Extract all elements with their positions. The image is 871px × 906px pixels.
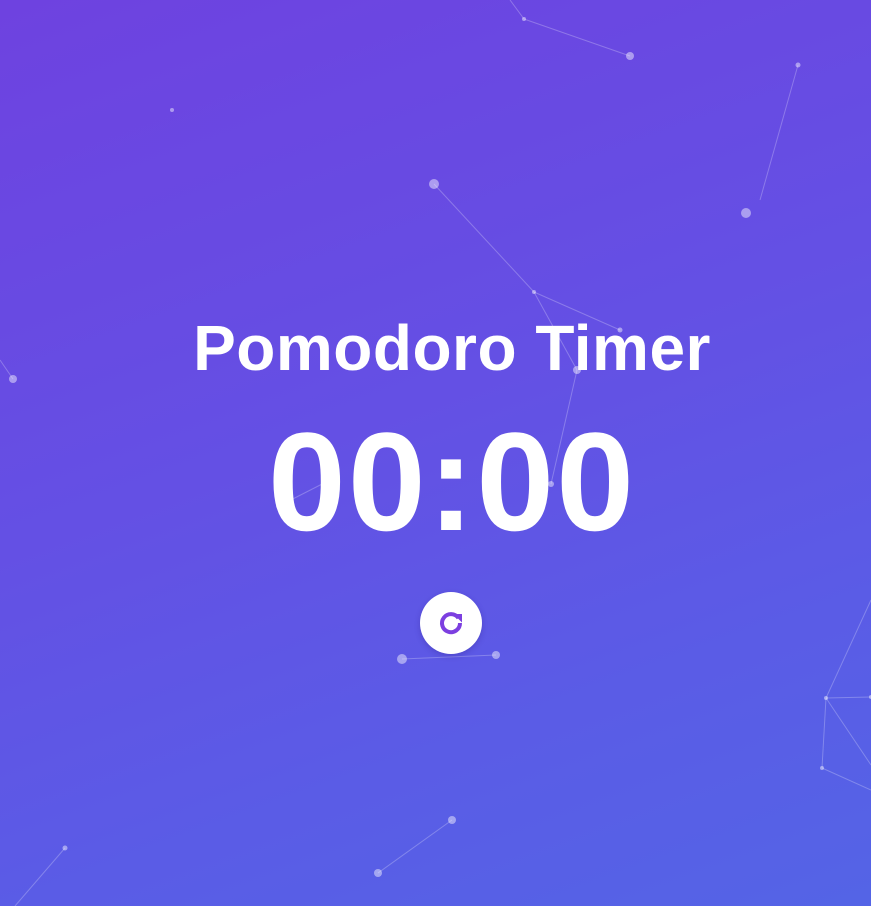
timer-display: 00:00 <box>267 403 637 560</box>
timer-panel: Pomodoro Timer 00:00 <box>0 0 871 906</box>
reset-icon <box>436 608 466 638</box>
app-title: Pomodoro Timer <box>193 312 711 384</box>
reset-button[interactable] <box>420 592 482 654</box>
